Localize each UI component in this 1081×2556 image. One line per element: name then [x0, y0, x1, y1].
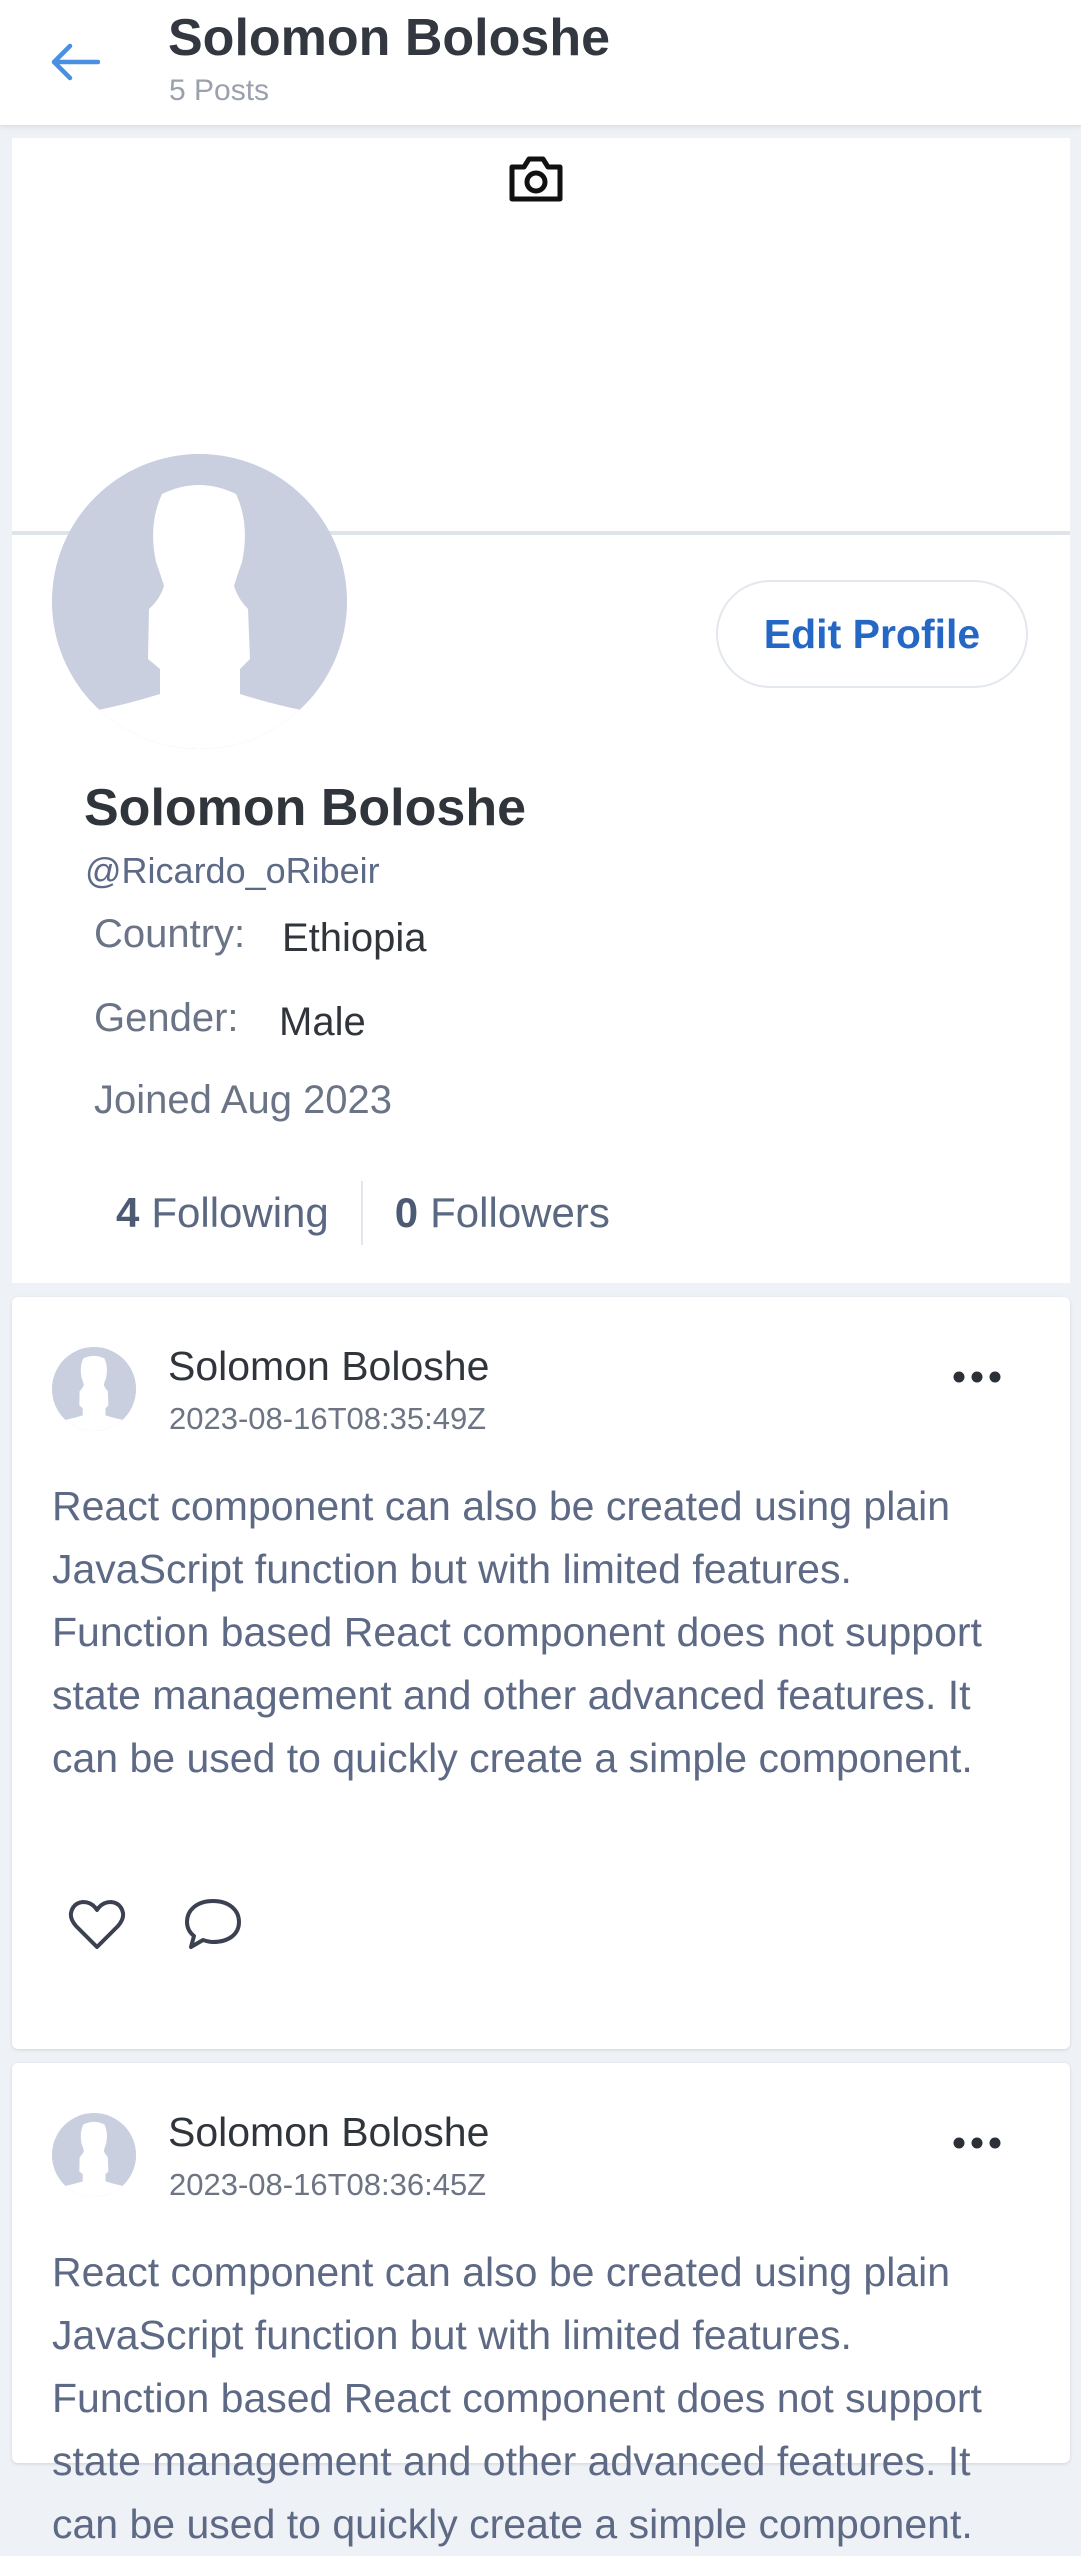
followers-label: Followers: [430, 1189, 610, 1236]
more-horizontal-icon: [953, 2137, 1001, 2149]
default-avatar-icon: [52, 2113, 136, 2197]
following-label: Following: [151, 1189, 329, 1236]
back-button[interactable]: [36, 30, 112, 94]
heart-icon: [68, 1900, 126, 1949]
follow-divider: [360, 1181, 363, 1245]
joined-date: Joined Aug 2023: [94, 1078, 393, 1122]
country-label: Country:: [94, 912, 246, 956]
post-card: Solomon Boloshe 2023-08-16T08:36:45Z Rea…: [12, 2063, 1070, 2547]
post-count: 5 Posts: [169, 74, 270, 107]
post-timestamp: 2023-08-16T08:36:45Z: [169, 2167, 487, 2202]
post-options-button[interactable]: [942, 2123, 1012, 2163]
profile-handle: @Ricardo_oRibeir: [85, 850, 380, 891]
gender-label: Gender:: [94, 996, 239, 1040]
followers-count: 0: [394, 1189, 419, 1236]
following-count: 4: [116, 1189, 140, 1236]
post-card: Solomon Boloshe 2023-08-16T08:35:49Z Rea…: [12, 1297, 1070, 2049]
comment-icon: [185, 1899, 241, 1949]
follow-stats: 4 Following 0 Followers: [116, 1178, 610, 1248]
following-link[interactable]: 4 Following: [116, 1189, 329, 1237]
like-button[interactable]: [62, 1893, 132, 1957]
change-cover-button[interactable]: [506, 148, 566, 208]
profile-card: Edit Profile Solomon Boloshe @Ricardo_oR…: [12, 138, 1070, 1283]
post-body: React component can also be created usin…: [52, 2249, 982, 2547]
post-author[interactable]: Solomon Boloshe: [168, 2109, 489, 2156]
post-avatar[interactable]: [52, 2113, 136, 2197]
default-avatar-icon: [52, 1347, 136, 1431]
comment-button[interactable]: [178, 1893, 248, 1957]
post-body: React component can also be created usin…: [52, 1483, 982, 1781]
more-horizontal-icon: [953, 1371, 1001, 1383]
gender-value: Male: [279, 1000, 366, 1044]
default-avatar-icon: [52, 454, 347, 749]
edit-profile-button[interactable]: Edit Profile: [716, 580, 1028, 688]
profile-name: Solomon Boloshe: [84, 779, 526, 837]
camera-icon: [509, 156, 563, 202]
post-timestamp: 2023-08-16T08:35:49Z: [169, 1401, 487, 1436]
page-title: Solomon Boloshe: [168, 9, 610, 67]
country-value: Ethiopia: [282, 916, 427, 960]
post-options-button[interactable]: [942, 1357, 1012, 1397]
arrow-left-icon: [51, 43, 100, 81]
profile-avatar[interactable]: [52, 454, 347, 749]
top-bar: Solomon Boloshe 5 Posts: [0, 0, 1081, 126]
followers-link[interactable]: 0 Followers: [395, 1189, 610, 1237]
post-avatar[interactable]: [52, 1347, 136, 1431]
post-author[interactable]: Solomon Boloshe: [168, 1343, 489, 1390]
